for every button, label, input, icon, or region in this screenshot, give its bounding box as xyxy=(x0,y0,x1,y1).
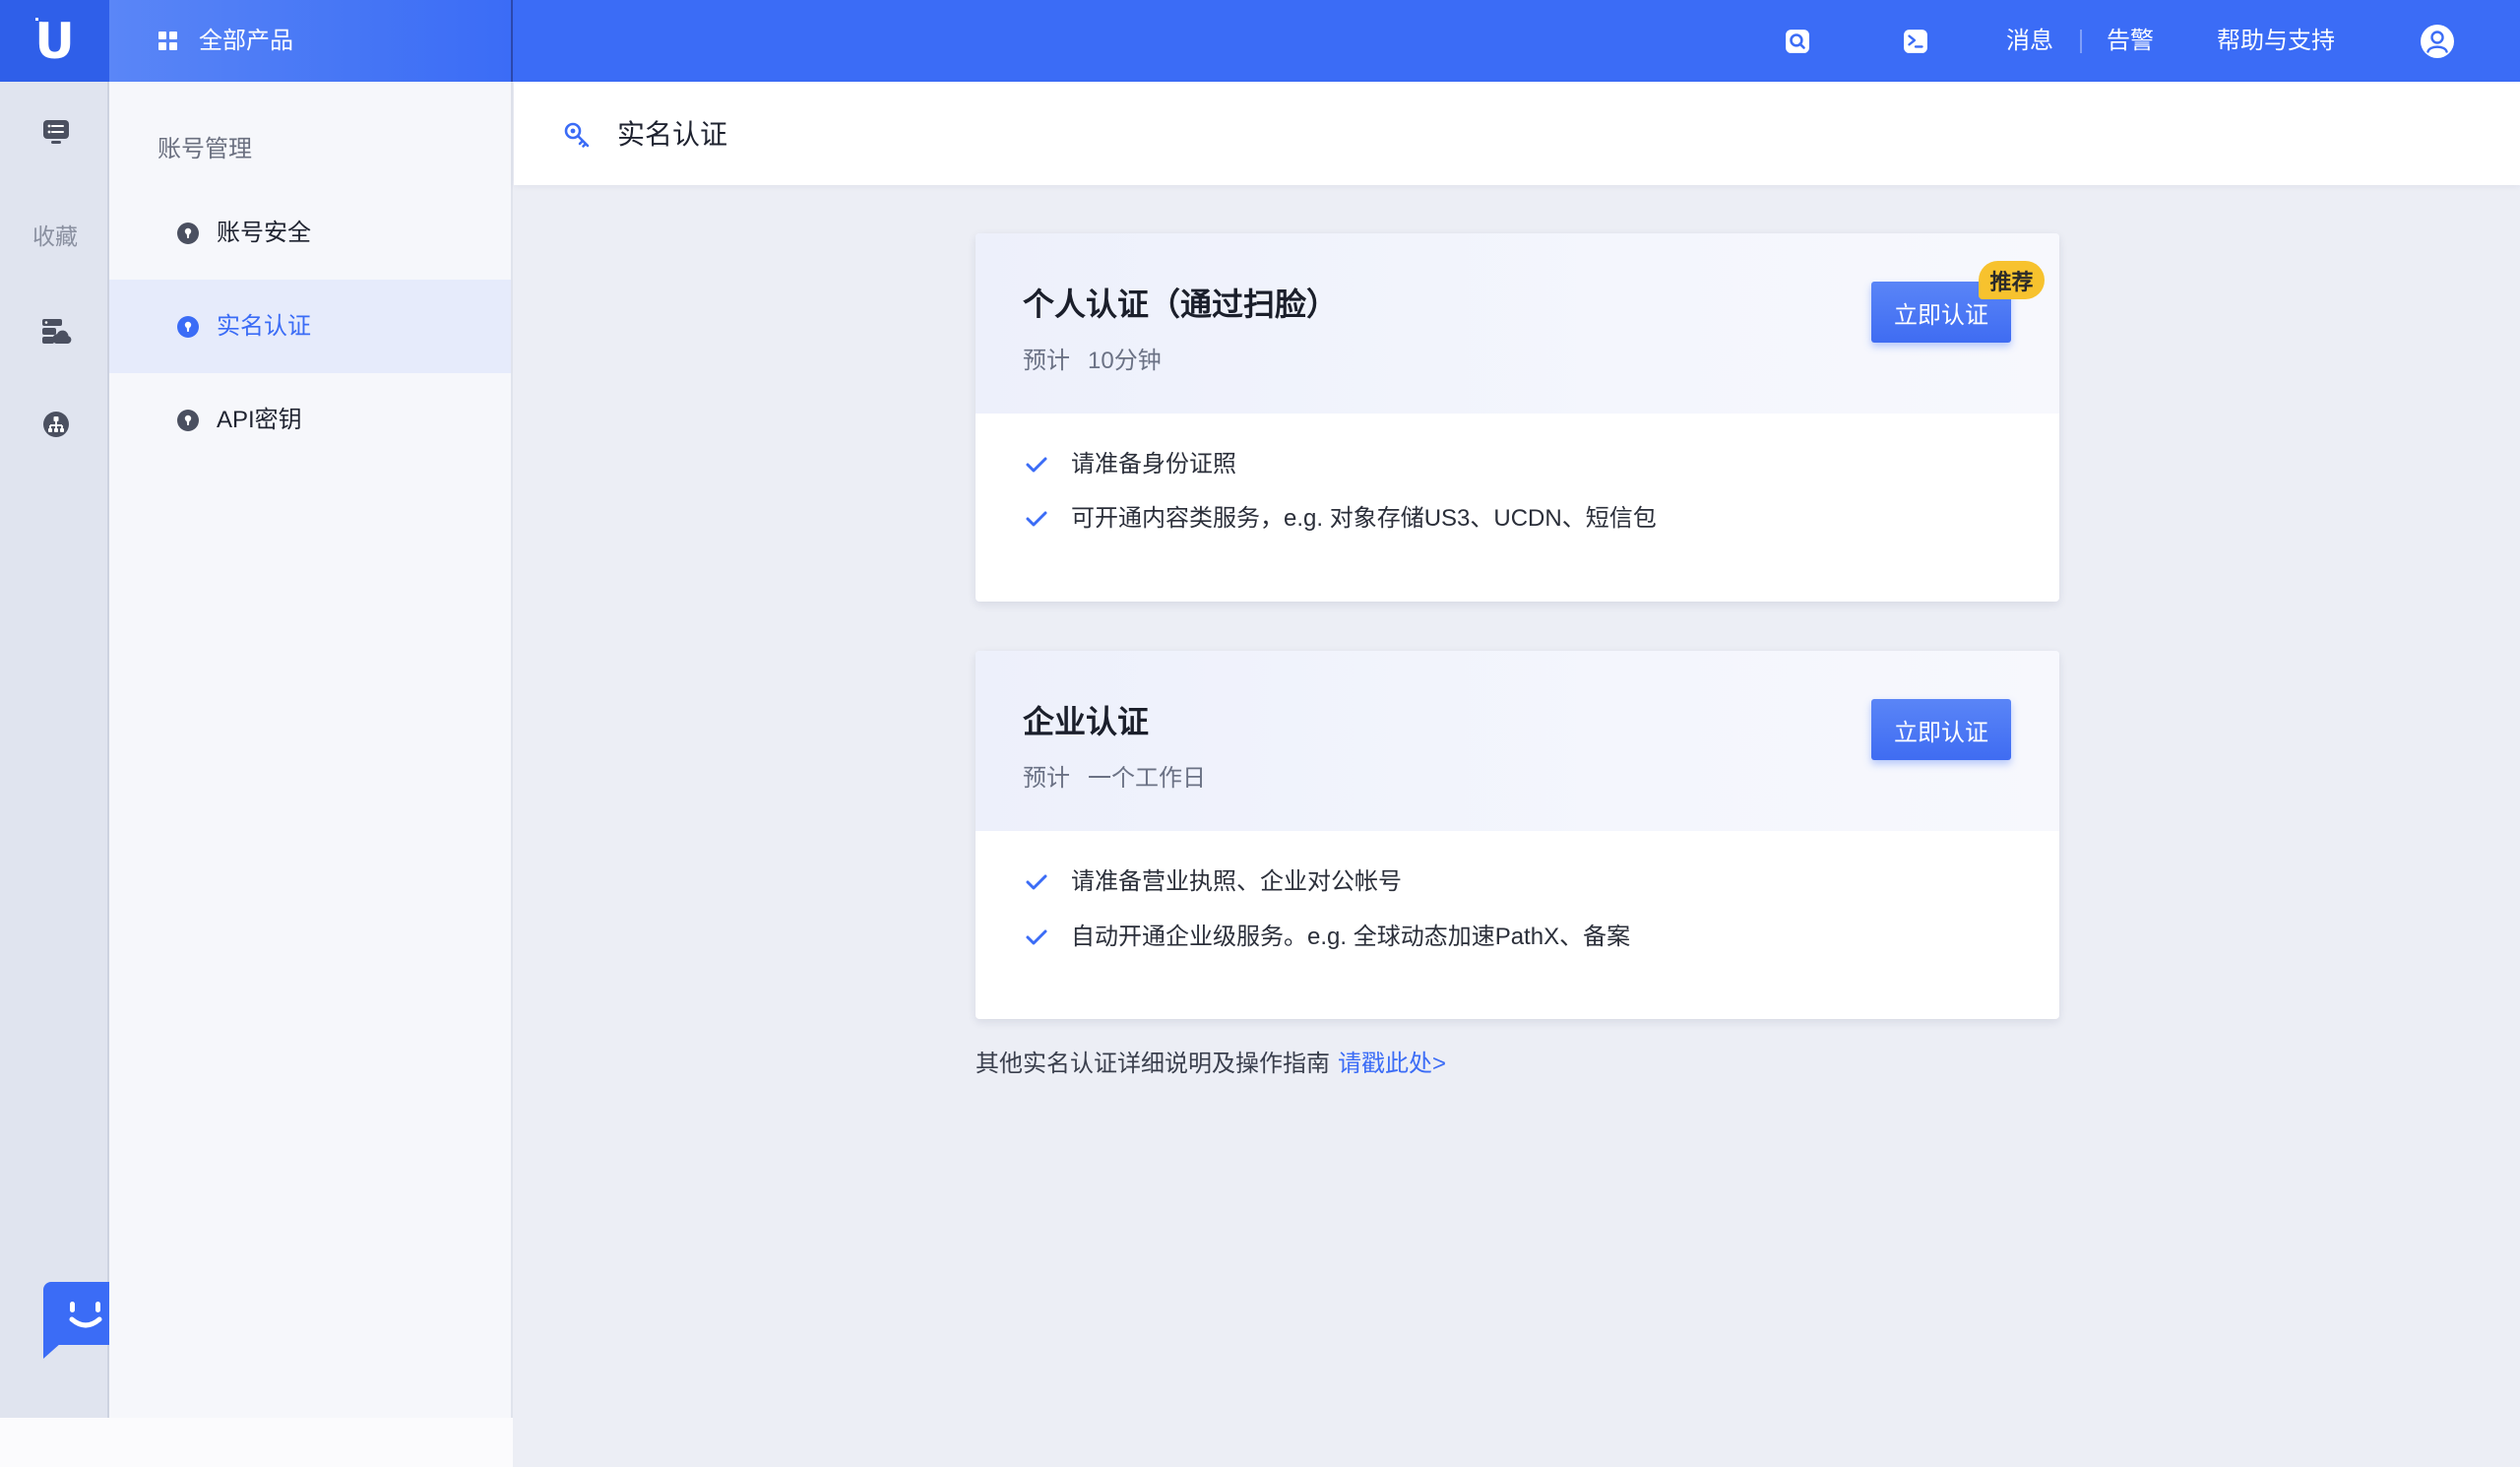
check-icon xyxy=(1025,925,1048,949)
page-header: 实名认证 xyxy=(514,82,2520,185)
sidebar-footer-strip xyxy=(0,1418,513,1467)
shield-keyhole-icon xyxy=(176,409,200,432)
logo-letter: U xyxy=(34,12,75,70)
network-icon[interactable] xyxy=(41,410,71,439)
shield-keyhole-icon xyxy=(176,222,200,245)
checklist-item: 自动开通企业级服务。e.g. 全球动态加速PathX、备案 xyxy=(1071,924,1631,950)
sidebar-item-label: 账号安全 xyxy=(217,219,311,246)
sidebar-item-api-keys[interactable]: API密钥 xyxy=(109,373,511,467)
check-icon xyxy=(1025,870,1048,894)
guide-link[interactable]: 请戳此处> xyxy=(1338,1051,1446,1077)
search-icon[interactable] xyxy=(1785,29,1810,54)
alerts-link[interactable]: 告警 xyxy=(2107,25,2154,58)
card-estimate: 预计 一个工作日 xyxy=(1023,762,1206,796)
checklist-item: 请准备营业执照、企业对公帐号 xyxy=(1071,868,1402,895)
all-products-label: 全部产品 xyxy=(199,28,293,54)
estimate-value: 10分钟 xyxy=(1088,348,1162,374)
check-icon xyxy=(1025,507,1048,531)
page-title: 实名认证 xyxy=(617,119,728,150)
topbar-divider xyxy=(2080,30,2082,53)
sidebar-item-account-security[interactable]: 账号安全 xyxy=(109,186,511,280)
estimate-label: 预计 xyxy=(1023,765,1070,792)
checklist-item: 可开通内容类服务，e.g. 对象存储US3、UCDN、短信包 xyxy=(1071,505,1657,532)
sidebar: 账号管理 账号安全 实名认证 API密钥 xyxy=(109,82,513,1418)
all-products-button[interactable]: 全部产品 xyxy=(109,0,513,82)
left-rail xyxy=(0,82,109,1418)
card-title: 个人认证（通过扫脸） xyxy=(1023,287,1339,322)
sidebar-section-title: 账号管理 xyxy=(158,136,252,162)
recommended-badge: 推荐 xyxy=(1979,261,2045,299)
sidebar-item-label: API密钥 xyxy=(217,406,302,433)
logo[interactable]: U xyxy=(0,0,109,82)
shield-keyhole-icon xyxy=(176,315,200,339)
key-icon xyxy=(562,120,592,150)
checklist-item: 请准备身份证照 xyxy=(1071,451,1236,478)
guide-note: 其他实名认证详细说明及操作指南 请戳此处> xyxy=(976,1048,1446,1081)
logo-mark-icon xyxy=(35,18,42,25)
top-bar: U 全部产品 消息 告警 帮助与支持 xyxy=(0,0,2520,82)
estimate-label: 预计 xyxy=(1023,348,1070,374)
start-enterprise-auth-button[interactable]: 立即认证 xyxy=(1871,699,2011,760)
estimate-value: 一个工作日 xyxy=(1088,765,1206,792)
messages-link[interactable]: 消息 xyxy=(2006,25,2053,58)
check-icon xyxy=(1025,453,1048,477)
terminal-icon[interactable] xyxy=(1903,29,1928,54)
card-title: 企业认证 xyxy=(1023,704,1150,739)
grid-icon xyxy=(158,32,178,51)
guide-note-text: 其他实名认证详细说明及操作指南 xyxy=(976,1051,1330,1077)
cloud-server-icon[interactable] xyxy=(40,316,72,346)
favorites-label[interactable]: 收藏 xyxy=(32,221,78,252)
monitor-list-icon[interactable] xyxy=(41,117,71,147)
user-avatar-icon[interactable] xyxy=(2419,23,2456,60)
card-estimate: 预计 10分钟 xyxy=(1023,345,1162,378)
sidebar-item-label: 实名认证 xyxy=(217,312,311,340)
enterprise-auth-card: 企业认证 预计 一个工作日 立即认证 请准备营业执照、企业对公帐号 自动开通企业级… xyxy=(976,651,2059,1019)
personal-auth-card: 个人认证（通过扫脸） 预计 10分钟 立即认证 推荐 请准备身份证照 可开通内容类… xyxy=(976,233,2059,602)
help-support-link[interactable]: 帮助与支持 xyxy=(2217,25,2335,58)
sidebar-item-real-name-auth[interactable]: 实名认证 xyxy=(109,280,511,373)
